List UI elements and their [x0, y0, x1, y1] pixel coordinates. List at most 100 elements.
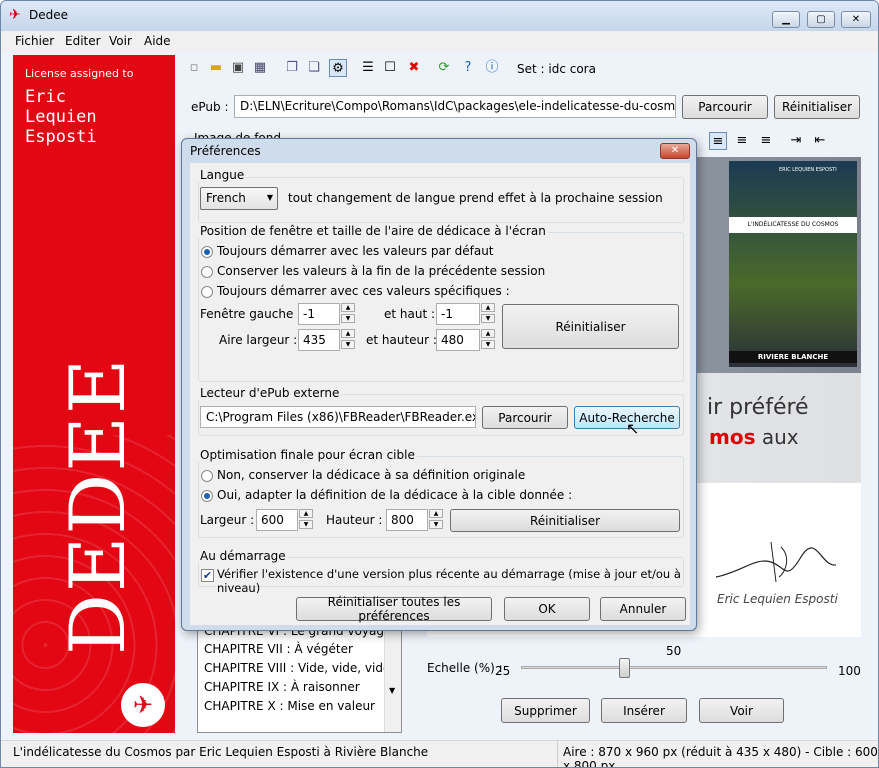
chevron-down-icon: ▼	[266, 193, 273, 202]
signature-image	[715, 541, 837, 583]
spin-down-icon[interactable]: ▼	[429, 520, 443, 529]
set-label: Set : idc cora	[517, 62, 596, 76]
reader-group-title: Lecteur d'ePub externe	[198, 386, 342, 400]
cover-title: L'INDÉLICATESSE DU COSMOS	[729, 217, 857, 233]
spin-up-icon[interactable]: ▲	[429, 509, 443, 518]
spin-down-icon[interactable]: ▼	[481, 314, 495, 323]
optim-radio-original[interactable]	[201, 470, 213, 482]
check-update-checkbox[interactable]: ✔	[201, 569, 214, 582]
spin-down-icon[interactable]: ▼	[341, 340, 355, 349]
menu-fichier[interactable]: Fichier	[15, 34, 54, 48]
window-top-input[interactable]: -1	[436, 303, 480, 325]
preferences-dialog: Préférences ✕ Langue French ▼ tout change…	[181, 138, 697, 631]
delete-icon[interactable]: ✖	[405, 59, 423, 77]
info-icon[interactable]: ⓘ	[483, 59, 501, 77]
optim-radio-target[interactable]	[201, 490, 213, 502]
language-select[interactable]: French ▼	[200, 187, 278, 210]
book-cover: ERIC LEQUIEN ESPOSTI L'INDÉLICATESSE DU …	[729, 161, 857, 367]
preview-text-line1: ir préféré	[707, 395, 809, 420]
outdent-icon[interactable]: ⇤	[811, 132, 829, 150]
target-width-input[interactable]: 600	[256, 509, 298, 531]
area-height-input[interactable]: 480	[436, 329, 480, 351]
epub-path-field[interactable]: D:\ELN\Ecriture\Compo\Romans\IdC\package…	[234, 95, 676, 118]
scroll-down-icon[interactable]: ▼	[389, 686, 395, 695]
open-folder-icon[interactable]: ▬	[207, 59, 225, 77]
epub-browse-button[interactable]: Parcourir	[682, 95, 768, 119]
epub-reset-button[interactable]: Réinitialiser	[774, 95, 860, 119]
menu-voir[interactable]: Voir	[109, 34, 132, 48]
list-item[interactable]: CHAPITRE VIII : Vide, vide, vide	[204, 661, 390, 675]
copy-icon[interactable]: ❐	[283, 59, 301, 77]
paste-icon[interactable]: ❏	[305, 59, 323, 77]
area-width-input[interactable]: 435	[298, 329, 340, 351]
spin-down-icon[interactable]: ▼	[341, 314, 355, 323]
maximize-button[interactable]: ▢	[807, 11, 835, 28]
ok-button[interactable]: OK	[504, 597, 590, 621]
language-group-title: Langue	[198, 168, 247, 182]
position-reset-button[interactable]: Réinitialiser	[502, 304, 679, 349]
chapter-list[interactable]: CHAPITRE VI : Le grand voyage CHAPITRE V…	[197, 621, 402, 733]
scale-value: 50	[666, 644, 682, 658]
menu-editer[interactable]: Editer	[65, 34, 101, 48]
spin-down-icon[interactable]: ▼	[299, 520, 313, 529]
area-height-label: et hauteur :	[366, 333, 437, 347]
list-icon[interactable]: ☰	[359, 59, 377, 77]
menu-aide[interactable]: Aide	[144, 34, 171, 48]
spin-up-icon[interactable]: ▲	[299, 509, 313, 518]
mouse-cursor-icon: ↖	[626, 419, 640, 438]
spin-down-icon[interactable]: ▼	[481, 340, 495, 349]
position-opt3-label[interactable]: Toujours démarrer avec ces valeurs spéci…	[217, 284, 510, 298]
position-opt2-label[interactable]: Conserver les valeurs à la fin de la pré…	[217, 264, 545, 278]
app-icon: ✈	[9, 7, 21, 23]
reader-browse-button[interactable]: Parcourir	[482, 406, 568, 429]
spin-up-icon[interactable]: ▲	[341, 329, 355, 338]
close-button[interactable]: ✕	[841, 11, 871, 28]
view-button[interactable]: Voir	[699, 698, 784, 723]
position-radio-last[interactable]	[201, 266, 213, 278]
position-opt1-label[interactable]: Toujours démarrer avec les valeurs par d…	[217, 244, 494, 258]
cancel-button[interactable]: Annuler	[600, 597, 686, 621]
scale-slider-thumb[interactable]	[619, 658, 630, 678]
check-update-label[interactable]: Vérifier l'existence d'une version plus …	[217, 567, 690, 595]
position-group-title: Position de fenêtre et taille de l'aire …	[198, 224, 548, 238]
optim-reset-button[interactable]: Réinitialiser	[450, 509, 680, 532]
epub-label: ePub :	[191, 100, 229, 114]
optim-opt2-label[interactable]: Oui, adapter la définition de la dédicac…	[217, 488, 572, 502]
preview-text-line2: mos aux	[709, 425, 799, 449]
reader-path-field[interactable]: C:\Program Files (x86)\FBReader\FBReader…	[200, 406, 476, 428]
minimize-button[interactable]: ▁	[772, 11, 800, 28]
list-item[interactable]: CHAPITRE X : Mise en valeur	[204, 699, 375, 711]
refresh-icon[interactable]: ⟳	[435, 59, 453, 77]
preview-text-rest: aux	[755, 425, 799, 449]
target-height-input[interactable]: 800	[386, 509, 428, 531]
spin-up-icon[interactable]: ▲	[481, 329, 495, 338]
align-left-icon[interactable]: ≡	[709, 132, 727, 150]
align-right-icon[interactable]: ≡	[757, 132, 775, 150]
dialog-close-icon[interactable]: ✕	[660, 143, 690, 159]
chapter-list-scrollbar[interactable]: ▼	[384, 622, 401, 732]
align-center-icon[interactable]: ≡	[733, 132, 751, 150]
list-item[interactable]: CHAPITRE VII : À végéter	[204, 642, 353, 656]
status-left: L'indélicatesse du Cosmos par Eric Lequi…	[13, 745, 429, 759]
insert-button[interactable]: Insérer	[601, 698, 687, 723]
scale-slider-track[interactable]	[521, 666, 827, 669]
position-radio-specific[interactable]	[201, 286, 213, 298]
save-icon[interactable]: ▣	[229, 59, 247, 77]
preview-text-red: mos	[709, 425, 756, 449]
settings-icon[interactable]: ⚙	[329, 59, 347, 77]
spin-up-icon[interactable]: ▲	[341, 303, 355, 312]
window-left-input[interactable]: -1	[298, 303, 340, 325]
list-item[interactable]: CHAPITRE IX : À raisonner	[204, 680, 360, 694]
language-note: tout changement de langue prend effet à …	[288, 191, 663, 205]
spin-up-icon[interactable]: ▲	[481, 303, 495, 312]
save-all-icon[interactable]: ▦	[251, 59, 269, 77]
help-icon[interactable]: ?	[459, 59, 477, 77]
window-icon[interactable]: ☐	[381, 59, 399, 77]
indent-icon[interactable]: ⇥	[787, 132, 805, 150]
dedee-badge-icon: ✈	[121, 683, 165, 727]
position-radio-default[interactable]	[201, 246, 213, 258]
new-icon[interactable]: ▫	[185, 59, 203, 77]
delete-button[interactable]: Supprimer	[501, 698, 590, 723]
optim-opt1-label[interactable]: Non, conserver la dédicace à sa définiti…	[217, 468, 525, 482]
reset-all-button[interactable]: Réinitialiser toutes les préférences	[296, 595, 492, 623]
